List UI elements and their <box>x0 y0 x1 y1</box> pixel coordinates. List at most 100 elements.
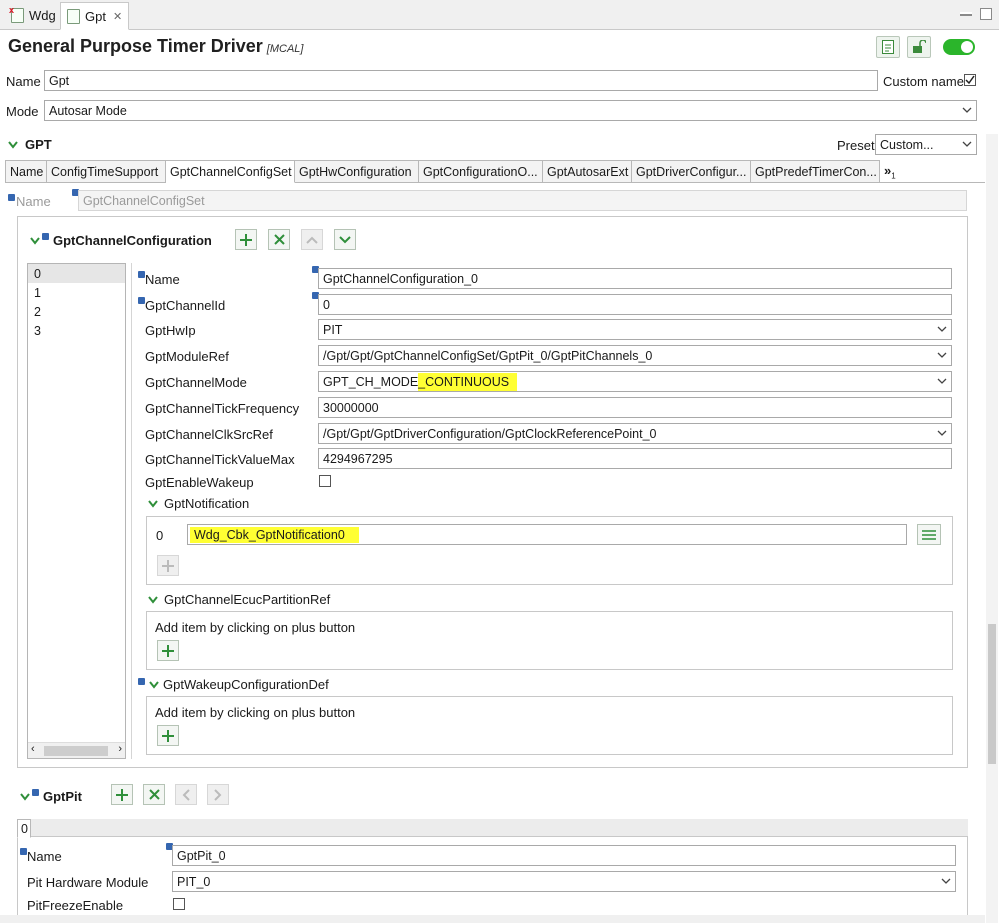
preset-select[interactable]: Custom... <box>875 134 977 155</box>
tab-gpt-driver-configur[interactable]: GptDriverConfigur... <box>632 160 751 183</box>
close-icon[interactable]: ✕ <box>113 10 122 23</box>
mode-label: Mode <box>6 104 39 119</box>
move-up-button[interactable] <box>301 229 323 250</box>
tick-frequency-field[interactable]: 30000000 <box>318 397 952 418</box>
tab-name[interactable]: Name <box>5 160 47 183</box>
pit-name-field[interactable]: GptPit_0 <box>172 845 956 866</box>
chevron-down-icon <box>937 326 947 332</box>
chevron-right-icon <box>214 788 222 801</box>
tab-gpt-autosar-ext[interactable]: GptAutosarExt <box>543 160 632 183</box>
add-channel-button[interactable] <box>235 229 257 250</box>
info-icon <box>32 789 39 796</box>
scroll-right-icon[interactable]: › <box>118 743 122 755</box>
move-down-button[interactable] <box>334 229 356 250</box>
minimize-icon[interactable] <box>960 12 972 16</box>
plus-icon <box>162 644 174 657</box>
editor-tab-wdg[interactable]: Wdg <box>4 2 63 29</box>
tab-gpt-configuration-o[interactable]: GptConfigurationO... <box>419 160 543 183</box>
ecuc-partition-header[interactable]: GptChannelEcucPartitionRef <box>148 592 330 607</box>
lock-button[interactable] <box>907 36 931 58</box>
name-field[interactable]: Gpt <box>44 70 878 91</box>
mode-select[interactable]: Autosar Mode <box>44 100 977 121</box>
enable-toggle[interactable] <box>943 39 975 55</box>
preset-label: Preset <box>837 138 875 153</box>
add-wakeup-def-button[interactable] <box>157 725 179 746</box>
previous-pit-button[interactable] <box>175 784 197 805</box>
add-notification-button[interactable] <box>157 555 179 576</box>
remove-channel-button[interactable] <box>268 229 290 250</box>
channel-name-field[interactable]: GptChannelConfiguration_0 <box>318 268 952 289</box>
page-title: General Purpose Timer Driver [MCAL] <box>8 36 304 56</box>
chevron-down-icon <box>148 595 158 604</box>
horizontal-scrollbar[interactable]: ‹ › <box>28 742 125 758</box>
wakeup-def-header[interactable]: GptWakeupConfigurationDef <box>138 677 329 692</box>
custom-name-checkbox[interactable] <box>964 74 976 86</box>
channel-list[interactable]: 0 1 2 3 ‹ › <box>27 263 126 759</box>
add-ecuc-partition-button[interactable] <box>157 640 179 661</box>
channel-mode-select[interactable]: GPT_CH_MODE _CONTINUOUS <box>318 371 952 392</box>
hw-ip-select[interactable]: PIT <box>318 319 952 340</box>
tick-frequency-label: GptChannelTickFrequency <box>145 401 300 416</box>
custom-name-label: Custom name <box>883 74 964 89</box>
info-icon <box>138 297 145 304</box>
info-icon <box>42 233 49 240</box>
scroll-thumb[interactable] <box>988 624 996 764</box>
channel-configuration-header[interactable]: GptChannelConfiguration <box>30 233 212 248</box>
notification-value: Wdg_Cbk_GptNotification0 <box>190 526 359 543</box>
pit-hw-module-value: PIT_0 <box>177 874 211 889</box>
gpt-section-header[interactable]: GPT <box>8 137 52 152</box>
tab-pit-0[interactable]: 0 <box>17 819 31 838</box>
pit-hw-module-select[interactable]: PIT_0 <box>172 871 956 892</box>
clk-src-ref-value: /Gpt/Gpt/GptDriverConfiguration/GptClock… <box>323 426 657 441</box>
chevron-down-icon <box>8 140 18 149</box>
chevron-down-icon <box>148 499 158 508</box>
channel-mode-highlight: _CONTINUOUS <box>418 372 518 391</box>
chevron-down-icon <box>20 792 30 801</box>
tab-config-time-support[interactable]: ConfigTimeSupport <box>47 160 166 183</box>
gpt-pit-tab-bar <box>17 819 968 837</box>
list-item[interactable]: 2 <box>28 302 125 321</box>
notification-header[interactable]: GptNotification <box>148 496 249 511</box>
mode-value: Autosar Mode <box>49 103 127 118</box>
list-item[interactable]: 3 <box>28 321 125 340</box>
channel-id-field[interactable]: 0 <box>318 294 952 315</box>
tab-gpt-hw-configuration[interactable]: GptHwConfiguration <box>295 160 419 183</box>
tab-gpt-predef-timer-con[interactable]: GptPredefTimerCon... <box>751 160 880 183</box>
add-pit-button[interactable] <box>111 784 133 805</box>
enable-wakeup-checkbox[interactable] <box>319 475 331 487</box>
tabs-overflow-button[interactable]: »1 <box>884 163 896 181</box>
check-icon <box>965 75 975 85</box>
list-item[interactable]: 0 <box>28 264 125 283</box>
document-button[interactable] <box>876 36 900 58</box>
notification-menu-button[interactable] <box>917 524 941 545</box>
tick-value-max-field[interactable]: 4294967295 <box>318 448 952 469</box>
list-item[interactable]: 1 <box>28 283 125 302</box>
next-pit-button[interactable] <box>207 784 229 805</box>
chevron-down-icon <box>339 235 351 243</box>
file-icon <box>67 8 80 24</box>
notification-field[interactable]: Wdg_Cbk_GptNotification0 <box>187 524 907 545</box>
wakeup-def-title: GptWakeupConfigurationDef <box>163 677 329 692</box>
module-ref-select[interactable]: /Gpt/Gpt/GptChannelConfigSet/GptPit_0/Gp… <box>318 345 952 366</box>
scroll-left-icon[interactable]: ‹ <box>31 743 35 755</box>
delete-icon <box>148 789 160 800</box>
notification-index: 0 <box>156 528 164 543</box>
hw-ip-value: PIT <box>323 322 343 337</box>
info-icon <box>138 271 145 278</box>
splitter[interactable] <box>131 263 132 759</box>
editor-tab-gpt[interactable]: Gpt ✕ <box>60 2 130 30</box>
gpt-pit-title: GptPit <box>43 789 82 804</box>
module-ref-label: GptModuleRef <box>145 349 229 364</box>
gpt-pit-header[interactable]: GptPit <box>20 789 82 804</box>
vertical-scrollbar[interactable] <box>986 134 998 923</box>
remove-pit-button[interactable] <box>143 784 165 805</box>
scroll-thumb[interactable] <box>44 746 108 756</box>
tab-gpt-channel-config-set[interactable]: GptChannelConfigSet <box>166 160 295 183</box>
configset-name-field: GptChannelConfigSet <box>78 190 967 211</box>
clk-src-ref-select[interactable]: /Gpt/Gpt/GptDriverConfiguration/GptClock… <box>318 423 952 444</box>
horizontal-scrollbar[interactable] <box>0 915 985 923</box>
maximize-icon[interactable] <box>980 8 992 20</box>
document-icon <box>882 40 894 54</box>
pit-freeze-checkbox[interactable] <box>173 898 185 910</box>
plus-icon <box>162 559 174 572</box>
